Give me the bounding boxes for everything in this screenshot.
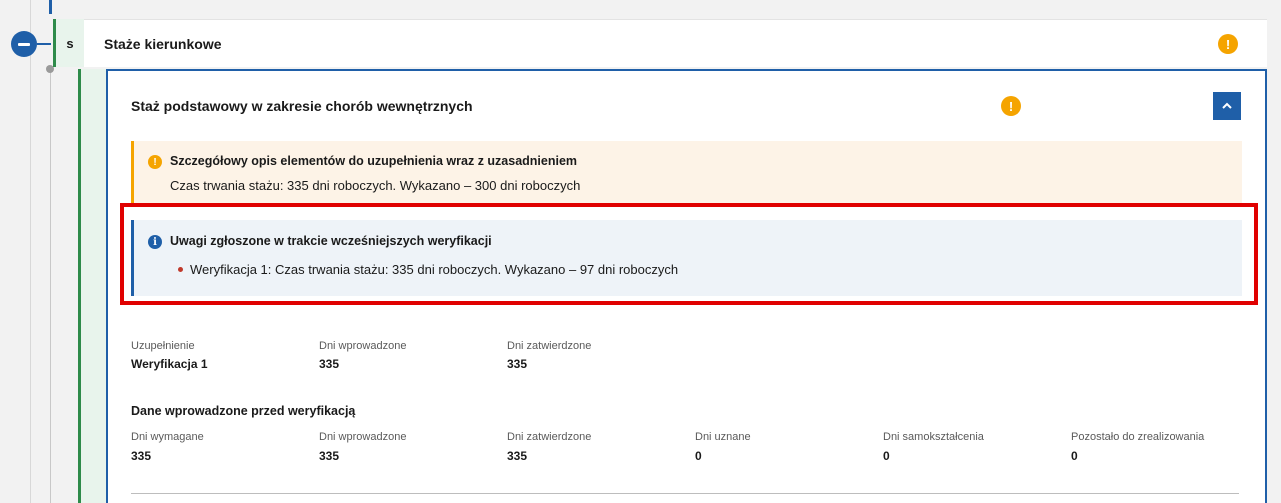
warning-alert: ! Szczegółowy opis elementów do uzupełni… <box>131 141 1242 205</box>
info-alert: i Uwagi zgłoszone w trakcie wcześniejszy… <box>131 220 1242 296</box>
divider <box>131 493 1239 494</box>
section-badge: s <box>53 19 84 67</box>
field-value: 0 <box>695 449 702 463</box>
field-label: Uzupełnienie <box>131 340 195 352</box>
field-label: Dni wprowadzone <box>319 431 407 443</box>
field-value: 335 <box>131 449 152 463</box>
collapse-card-button[interactable] <box>1213 92 1241 120</box>
warning-icon: ! <box>148 155 162 169</box>
field-value: 335 <box>507 357 528 371</box>
list-item: Weryfikacja 1: Czas trwania stażu: 335 d… <box>190 262 679 277</box>
section-header[interactable]: Staże kierunkowe ! <box>84 19 1267 67</box>
field-value: 335 <box>319 357 340 371</box>
tree-connector <box>37 43 51 45</box>
nested-rail <box>78 69 106 503</box>
tree-line-inner <box>50 66 51 503</box>
chevron-up-icon <box>1222 102 1232 109</box>
info-icon: i <box>148 235 162 249</box>
info-alert-heading: Uwagi zgłoszone w trakcie wcześniejszych… <box>170 234 492 248</box>
field-value: 335 <box>319 449 340 463</box>
field-label: Dni wymagane <box>131 431 204 443</box>
warning-alert-heading: Szczegółowy opis elementów do uzupełnien… <box>170 154 578 168</box>
section-title: Staże kierunkowe <box>104 35 222 52</box>
field-value: 0 <box>883 449 890 463</box>
field-label: Dni zatwierdzone <box>507 431 592 443</box>
field-value: 335 <box>507 449 528 463</box>
field-value: 0 <box>1071 449 1078 463</box>
warning-icon: ! <box>1218 34 1238 54</box>
minus-icon <box>18 42 30 46</box>
before-verification-heading: Dane wprowadzone przed weryfikacją <box>131 404 356 418</box>
warning-icon: ! <box>1001 96 1021 116</box>
field-label: Dni wprowadzone <box>319 340 407 352</box>
tree-line-outer <box>30 0 31 503</box>
field-label: Pozostało do zrealizowania <box>1071 431 1205 443</box>
field-label: Dni samokształcenia <box>883 431 984 443</box>
field-label: Dni zatwierdzone <box>507 340 592 352</box>
field-label: Dni uznane <box>695 431 751 443</box>
card-title: Staż podstawowy w zakresie chorób wewnęt… <box>131 98 473 114</box>
app-root: s Staże kierunkowe ! Staż podstawowy w z… <box>0 0 1281 503</box>
field-value: Weryfikacja 1 <box>131 357 208 371</box>
collapse-section-button[interactable] <box>11 31 37 57</box>
list-bullet <box>178 267 183 272</box>
tree-line-active <box>49 0 52 14</box>
warning-alert-body: Czas trwania stażu: 335 dni roboczych. W… <box>170 178 581 193</box>
